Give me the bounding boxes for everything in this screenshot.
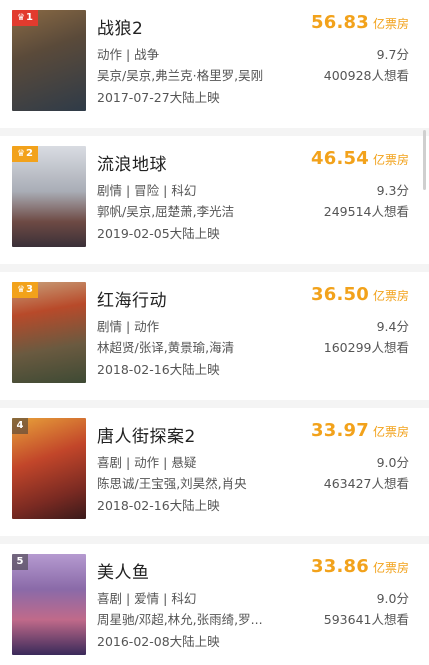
movie-cast: 陈思诚/王宝强,刘昊然,肖央 (97, 476, 247, 491)
movie-release-date: 2018-02-16大陆上映 (97, 362, 220, 377)
box-office-value: 56.83 (311, 12, 369, 33)
rank-number: 5 (16, 556, 24, 567)
box-office: 56.83 亿票房 (311, 12, 409, 33)
box-office-value: 33.97 (311, 420, 369, 441)
movie-cast: 郭帆/吴京,屈楚萧,李光洁 (97, 204, 235, 219)
movie-title[interactable]: 唐人街探案2 (97, 422, 196, 447)
movie-wish-count: 249514人想看 (323, 204, 409, 219)
box-office-value: 33.86 (311, 556, 369, 577)
movie-cast: 林超贤/张译,黄景瑜,海清 (97, 340, 235, 355)
box-office: 33.97 亿票房 (311, 420, 409, 441)
movie-card[interactable]: ♛2 流浪地球 46.54 亿票房 剧情 | 冒险 | 科幻 9.3分 郭帆/吴京… (0, 136, 429, 264)
rank-number: 2 (26, 148, 34, 159)
movie-release-date: 2018-02-16大陆上映 (97, 498, 220, 513)
box-office-unit: 亿票房 (372, 425, 409, 439)
crown-icon: ♛ (16, 149, 26, 159)
box-office: 46.54 亿票房 (311, 148, 409, 169)
rank-badge: ♛3 (12, 282, 38, 298)
movie-wish-count: 400928人想看 (323, 68, 409, 83)
movie-score: 9.7分 (376, 47, 409, 62)
box-office: 33.86 亿票房 (311, 556, 409, 577)
box-office-unit: 亿票房 (372, 153, 409, 167)
rank-badge: 4 (12, 418, 28, 434)
movie-poster[interactable]: 5 (12, 554, 86, 655)
movie-release-date: 2019-02-05大陆上映 (97, 226, 220, 241)
movie-wish-count: 160299人想看 (323, 340, 409, 355)
movie-title[interactable]: 战狼2 (97, 14, 143, 39)
movie-score: 9.0分 (376, 455, 409, 470)
movie-cast: 吴京/吴京,弗兰克·格里罗,吴刚 (97, 68, 264, 83)
crown-icon: ♛ (16, 285, 26, 295)
movie-card[interactable]: 5 美人鱼 33.86 亿票房 喜剧 | 爱情 | 科幻 9.0分 周星驰/邓超,… (0, 544, 429, 665)
rank-badge: 5 (12, 554, 28, 570)
movie-release-date: 2016-02-08大陆上映 (97, 634, 220, 649)
box-office-ranking-list: ♛1 战狼2 56.83 亿票房 动作 | 战争 9.7分 吴京/吴京,弗兰克·格… (0, 0, 429, 665)
movie-genre: 动作 | 战争 (97, 47, 160, 62)
rank-number: 4 (16, 420, 24, 431)
movie-score: 9.0分 (376, 591, 409, 606)
box-office-unit: 亿票房 (372, 561, 409, 575)
box-office-unit: 亿票房 (372, 17, 409, 31)
movie-genre: 剧情 | 冒险 | 科幻 (97, 183, 197, 198)
box-office-value: 36.50 (311, 284, 369, 305)
box-office-value: 46.54 (311, 148, 369, 169)
rank-number: 3 (26, 284, 34, 295)
rank-badge: ♛2 (12, 146, 38, 162)
movie-title[interactable]: 美人鱼 (97, 558, 150, 583)
box-office: 36.50 亿票房 (311, 284, 409, 305)
movie-genre: 剧情 | 动作 (97, 319, 160, 334)
movie-poster[interactable]: ♛3 (12, 282, 86, 383)
movie-wish-count: 463427人想看 (323, 476, 409, 491)
movie-wish-count: 593641人想看 (323, 612, 409, 627)
movie-title[interactable]: 红海行动 (97, 286, 167, 311)
movie-cast: 周星驰/邓超,林允,张雨绮,罗... (97, 612, 263, 627)
movie-poster[interactable]: ♛2 (12, 146, 86, 247)
crown-icon: ♛ (16, 13, 26, 23)
movie-score: 9.4分 (376, 319, 409, 334)
movie-card[interactable]: ♛1 战狼2 56.83 亿票房 动作 | 战争 9.7分 吴京/吴京,弗兰克·格… (0, 0, 429, 128)
movie-release-date: 2017-07-27大陆上映 (97, 90, 220, 105)
movie-poster[interactable]: ♛1 (12, 10, 86, 111)
movie-genre: 喜剧 | 爱情 | 科幻 (97, 591, 197, 606)
movie-card[interactable]: 4 唐人街探案2 33.97 亿票房 喜剧 | 动作 | 悬疑 9.0分 陈思诚/… (0, 408, 429, 536)
rank-number: 1 (26, 12, 34, 23)
movie-genre: 喜剧 | 动作 | 悬疑 (97, 455, 197, 470)
movie-score: 9.3分 (376, 183, 409, 198)
scrollbar[interactable] (423, 130, 426, 190)
movie-poster[interactable]: 4 (12, 418, 86, 519)
rank-badge: ♛1 (12, 10, 38, 26)
box-office-unit: 亿票房 (372, 289, 409, 303)
movie-title[interactable]: 流浪地球 (97, 150, 167, 175)
movie-card[interactable]: ♛3 红海行动 36.50 亿票房 剧情 | 动作 9.4分 林超贤/张译,黄景瑜… (0, 272, 429, 400)
